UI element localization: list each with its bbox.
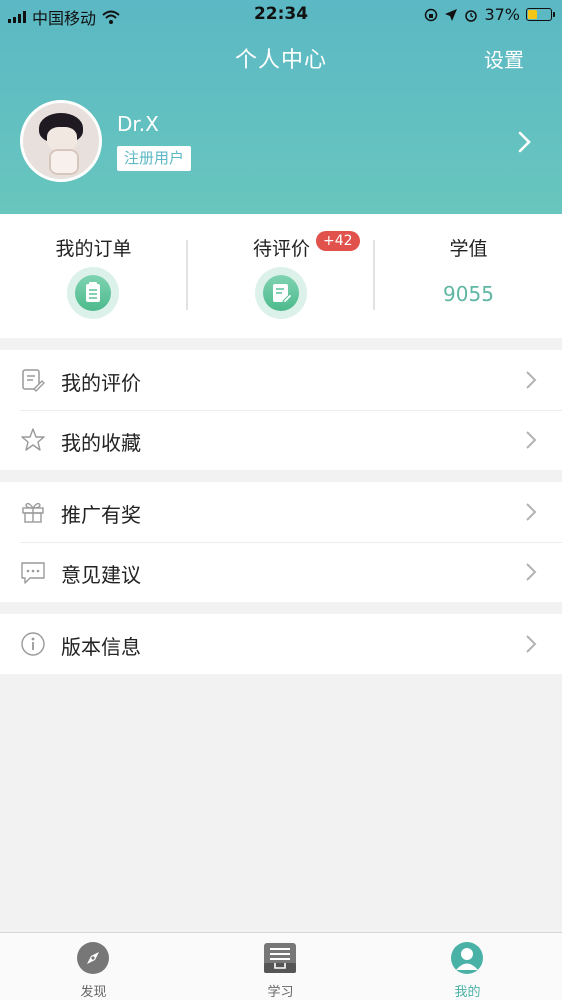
- location-icon: [445, 8, 458, 21]
- tab-label: 发现: [80, 985, 107, 1000]
- stat-orders-label: 我的订单: [55, 238, 132, 260]
- battery-percent: 37%: [484, 5, 520, 24]
- avatar[interactable]: [20, 100, 102, 182]
- gift-icon: [22, 502, 44, 523]
- alarm-icon: [465, 9, 478, 22]
- menu-item-label: 意见建议: [61, 563, 141, 587]
- stat-orders[interactable]: 我的订单: [0, 214, 187, 338]
- feedback-icon: [21, 562, 45, 584]
- user-type-badge: 注册用户: [117, 146, 192, 171]
- tab-study[interactable]: 学习: [187, 933, 374, 1000]
- compass-icon: [77, 942, 109, 974]
- chevron-right-icon: [526, 431, 537, 449]
- tab-label: 我的: [454, 985, 481, 1000]
- stat-score-label: 学值: [449, 238, 488, 260]
- tab-mine[interactable]: 我的: [374, 933, 561, 1000]
- chevron-right-icon: [526, 503, 537, 521]
- chevron-right-icon: [526, 563, 537, 581]
- menu-item-label: 我的评价: [61, 371, 141, 395]
- status-bar: 中国移动 22:34 37%: [0, 0, 562, 30]
- menu-item-my-favorites[interactable]: 我的收藏: [0, 410, 562, 470]
- star-icon: [21, 428, 45, 451]
- menu-group-2: 推广有奖 意见建议: [0, 482, 562, 602]
- pending-count-badge: +42: [316, 231, 360, 251]
- page-title: 个人中心: [234, 48, 327, 73]
- settings-button[interactable]: 设置: [484, 44, 524, 73]
- menu-group-3: 版本信息: [0, 614, 562, 674]
- status-right: 37%: [424, 5, 555, 24]
- menu-item-label: 我的收藏: [61, 431, 141, 455]
- orders-icon: [67, 267, 119, 319]
- menu-item-referral-rewards[interactable]: 推广有奖: [0, 482, 562, 542]
- chevron-right-icon: [526, 635, 537, 653]
- avatar-hand: [49, 149, 79, 175]
- profile-chevron-icon[interactable]: [512, 128, 536, 156]
- tab-discover[interactable]: 发现: [0, 933, 187, 1000]
- book-icon: [264, 943, 296, 973]
- pending-review-icon: [255, 267, 307, 319]
- menu-item-version-info[interactable]: 版本信息: [0, 614, 562, 674]
- menu-item-label: 推广有奖: [61, 503, 141, 527]
- battery-icon: [526, 8, 555, 21]
- stat-score[interactable]: 学值 9055: [375, 214, 562, 338]
- chevron-right-icon: [526, 371, 537, 389]
- user-icon: [451, 942, 483, 974]
- battery-fill: [528, 10, 537, 19]
- menu-item-my-reviews[interactable]: 我的评价: [0, 350, 562, 410]
- menu-item-feedback[interactable]: 意见建议: [0, 542, 562, 602]
- stat-score-value: 9055: [443, 282, 494, 306]
- tab-bar: 发现 学习 我的: [0, 932, 562, 1000]
- username: Dr.X: [117, 112, 159, 136]
- review-icon: [22, 369, 45, 392]
- profile-header: 中国移动 22:34 37% 个人中心 设置 Dr.X 注册用户: [0, 0, 562, 214]
- info-icon: [21, 632, 45, 656]
- tab-label: 学习: [267, 985, 294, 1000]
- rotation-lock-icon: [425, 8, 438, 21]
- stats-panel: 我的订单 待评价 +42 学值 9055: [0, 214, 562, 338]
- menu-group-1: 我的评价 我的收藏: [0, 350, 562, 470]
- stat-pending-review[interactable]: 待评价 +42: [188, 214, 375, 338]
- avatar-face: [47, 127, 77, 151]
- menu-item-label: 版本信息: [61, 635, 141, 659]
